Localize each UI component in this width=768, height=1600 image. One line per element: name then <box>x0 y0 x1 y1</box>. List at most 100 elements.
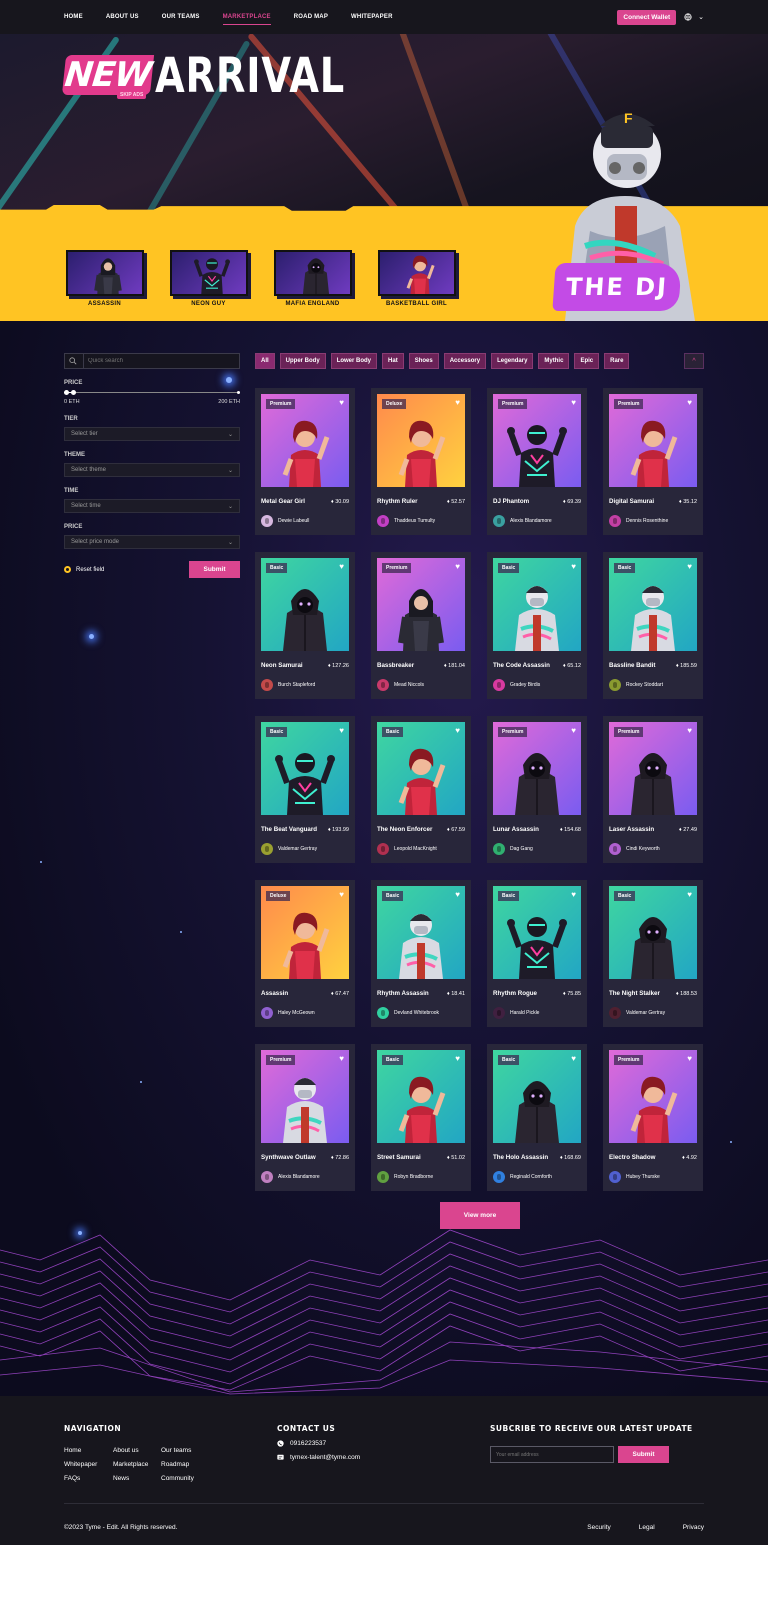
owner-info[interactable]: Alexis Blandamore <box>493 515 581 527</box>
price-mode-select[interactable]: Select price mode ⌄ <box>64 535 240 549</box>
product-card[interactable]: Premium ♥ Electro Shadow ♦ 4.92 Hubey Thursk… <box>603 1044 703 1191</box>
owner-info[interactable]: Mead Niccols <box>377 679 465 691</box>
heart-icon[interactable]: ♥ <box>571 1054 576 1063</box>
owner-info[interactable]: Leopold MacKnight <box>377 843 465 855</box>
nav-link-marketplace[interactable]: MARKETPLACE <box>222 14 271 25</box>
contact-phone[interactable]: 0916223537 <box>277 1440 360 1447</box>
heart-icon[interactable]: ♥ <box>571 398 576 407</box>
owner-info[interactable]: Alexis Blandamore <box>261 1171 349 1183</box>
nav-link-road-map[interactable]: ROAD MAP <box>294 14 328 20</box>
owner-info[interactable]: Gradey Birdis <box>493 679 581 691</box>
reset-filter-button[interactable]: Reset field <box>64 566 104 573</box>
legal-link-legal[interactable]: Legal <box>639 1524 655 1531</box>
product-card[interactable]: Basic ♥ Rhythm Assassin ♦ 18.41 Devland Whit… <box>371 880 471 1027</box>
product-card[interactable]: Basic ♥ The Code Assassin ♦ 65.12 Gradey Bir… <box>487 552 587 699</box>
category-chip-all[interactable]: All <box>255 353 275 369</box>
subscribe-email-input[interactable] <box>490 1446 614 1463</box>
heart-icon[interactable]: ♥ <box>687 562 692 571</box>
footer-link-marketplace[interactable]: Marketplace <box>113 1461 161 1468</box>
footer-link-home[interactable]: Home <box>64 1447 113 1454</box>
price-min-handle[interactable] <box>64 390 69 395</box>
product-card[interactable]: Basic ♥ The Neon Enforcer ♦ 67.59 Leopold Ma… <box>371 716 471 863</box>
heart-icon[interactable]: ♥ <box>455 890 460 899</box>
category-chip-legendary[interactable]: Legendary <box>491 353 534 369</box>
skip-ads-tag[interactable]: SKIP ADS <box>117 91 147 99</box>
product-card[interactable]: Basic ♥ The Holo Assassin ♦ 168.69 Reginald … <box>487 1044 587 1191</box>
product-card[interactable]: Basic ♥ Rhythm Rogue ♦ 75.85 Harald Pickle <box>487 880 587 1027</box>
category-chip-upper-body[interactable]: Upper Body <box>279 353 326 369</box>
owner-info[interactable]: Hubey Thurske <box>609 1171 697 1183</box>
search-input[interactable] <box>83 354 239 368</box>
subscribe-submit-button[interactable]: Submit <box>618 1446 669 1463</box>
heart-icon[interactable]: ♥ <box>687 726 692 735</box>
time-select[interactable]: Select time ⌄ <box>64 499 240 513</box>
category-chip-shoes[interactable]: Shoes <box>408 353 439 369</box>
legal-link-privacy[interactable]: Privacy <box>683 1524 704 1531</box>
product-card[interactable]: Premium ♥ Digital Samurai ♦ 35.12 Dennis Ros… <box>603 388 703 535</box>
heart-icon[interactable]: ♥ <box>687 890 692 899</box>
category-chip-lower-body[interactable]: Lower Body <box>330 353 378 369</box>
owner-info[interactable]: Valdemar Gertray <box>609 1007 697 1019</box>
featured-thumb-assassin[interactable]: ASSASSIN <box>64 250 145 307</box>
product-card[interactable]: Deluxe ♥ Rhythm Ruler ♦ 52.57 Thaddeus Tumul… <box>371 388 471 535</box>
owner-info[interactable]: Dag Gang <box>493 843 581 855</box>
owner-info[interactable]: Valdemar Gertray <box>261 843 349 855</box>
owner-info[interactable]: Dewie Labeull <box>261 515 349 527</box>
heart-icon[interactable]: ♥ <box>339 398 344 407</box>
heart-icon[interactable]: ♥ <box>687 398 692 407</box>
price-max-handle[interactable] <box>70 390 76 395</box>
product-card[interactable]: Deluxe ♥ Assassin ♦ 67.47 Haley McGeown <box>255 880 355 1027</box>
filter-submit-button[interactable]: Submit <box>189 561 240 578</box>
product-card[interactable]: Premium ♥ Laser Assassin ♦ 27.49 Cindi Keywo… <box>603 716 703 863</box>
footer-link-community[interactable]: Community <box>161 1475 209 1482</box>
product-card[interactable]: Premium ♥ Synthwave Outlaw ♦ 72.86 Alexis Bl… <box>255 1044 355 1191</box>
heart-icon[interactable]: ♥ <box>339 890 344 899</box>
price-range-slider[interactable] <box>64 389 240 397</box>
product-card[interactable]: Basic ♥ The Night Stalker ♦ 188.53 Valdemar … <box>603 880 703 1027</box>
footer-link-faqs[interactable]: FAQs <box>64 1475 113 1482</box>
category-chip-mythic[interactable]: Mythic <box>538 353 570 369</box>
legal-link-security[interactable]: Security <box>587 1524 610 1531</box>
owner-info[interactable]: Burch Stapleford <box>261 679 349 691</box>
owner-info[interactable]: Haley McGeown <box>261 1007 349 1019</box>
owner-info[interactable]: Devland Whitebrook <box>377 1007 465 1019</box>
heart-icon[interactable]: ♥ <box>455 1054 460 1063</box>
product-card[interactable]: Basic ♥ Neon Samurai ♦ 127.26 Burch Staplefo… <box>255 552 355 699</box>
heart-icon[interactable]: ♥ <box>339 562 344 571</box>
connect-wallet-button[interactable]: Connect Wallet <box>617 9 677 25</box>
heart-icon[interactable]: ♥ <box>571 890 576 899</box>
language-selector[interactable]: ⌄ <box>684 13 704 21</box>
nav-link-our-teams[interactable]: OUR TEAMS <box>162 14 200 20</box>
tier-select[interactable]: Select tier ⌄ <box>64 427 240 441</box>
product-card[interactable]: Basic ♥ The Beat Vanguard ♦ 193.99 Valdemar … <box>255 716 355 863</box>
owner-info[interactable]: Dennis Rosenthine <box>609 515 697 527</box>
featured-thumb-neon-guy[interactable]: NEON GUY <box>168 250 249 307</box>
product-card[interactable]: Premium ♥ DJ Phantom ♦ 69.39 Alexis Blandamo… <box>487 388 587 535</box>
heart-icon[interactable]: ♥ <box>687 1054 692 1063</box>
heart-icon[interactable]: ♥ <box>339 1054 344 1063</box>
view-more-button[interactable]: View more <box>440 1202 520 1229</box>
category-chip-rare[interactable]: Rare <box>604 353 630 369</box>
chevron-up-icon[interactable]: ^ <box>684 353 704 369</box>
footer-link-roadmap[interactable]: Roadmap <box>161 1461 209 1468</box>
heart-icon[interactable]: ♥ <box>455 398 460 407</box>
owner-info[interactable]: Harald Pickle <box>493 1007 581 1019</box>
nav-link-about-us[interactable]: ABOUT US <box>106 14 139 20</box>
footer-link-our-teams[interactable]: Our teams <box>161 1447 209 1454</box>
theme-select[interactable]: Select theme ⌄ <box>64 463 240 477</box>
featured-thumb-mafia-england[interactable]: MAFIA ENGLAND <box>272 250 353 307</box>
owner-info[interactable]: Thaddeus Tumulty <box>377 515 465 527</box>
contact-email[interactable]: tymex-talent@tyme.com <box>277 1454 360 1461</box>
owner-info[interactable]: Rockey Stoddart <box>609 679 697 691</box>
product-card[interactable]: Basic ♥ Bassline Bandit ♦ 185.59 Rockey Stod… <box>603 552 703 699</box>
heart-icon[interactable]: ♥ <box>571 726 576 735</box>
footer-link-about-us[interactable]: About us <box>113 1447 161 1454</box>
footer-link-whitepaper[interactable]: Whitepaper <box>64 1461 113 1468</box>
footer-link-news[interactable]: News <box>113 1475 161 1482</box>
heart-icon[interactable]: ♥ <box>339 726 344 735</box>
product-card[interactable]: Basic ♥ Street Samurai ♦ 51.02 Robyn Bradbor… <box>371 1044 471 1191</box>
product-card[interactable]: Premium ♥ Lunar Assassin ♦ 154.68 Dag Gang <box>487 716 587 863</box>
category-chip-accessory[interactable]: Accessory <box>443 353 487 369</box>
nav-link-home[interactable]: HOME <box>64 14 83 20</box>
heart-icon[interactable]: ♥ <box>455 562 460 571</box>
